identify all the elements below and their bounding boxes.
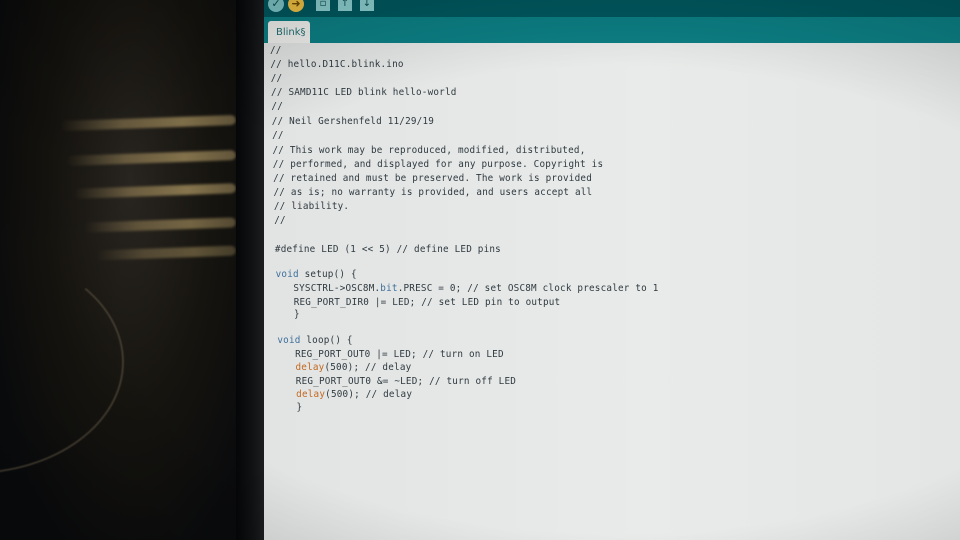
- code-line: REG_PORT_OUT0 |= LED; // turn on LED: [277, 349, 504, 360]
- code-line: // as is; no warranty is provided, and u…: [273, 187, 593, 198]
- window-blind-slat: [65, 150, 237, 166]
- code-line: //: [274, 215, 286, 226]
- code-line: //: [270, 73, 283, 84]
- code-line: // retained and must be preserved. The w…: [273, 173, 592, 184]
- code-line: }: [276, 309, 300, 320]
- save-arrow-down-icon[interactable]: ↓: [360, 0, 374, 11]
- arduino-ide-window: ✓ ➜ ▫ ↑ ↓ Blink§ // // hello.D11C.blink.i…: [264, 0, 960, 540]
- tab-bar: Blink§: [264, 17, 960, 43]
- code-line: // Neil Gershenfeld 11/29/19: [271, 116, 435, 127]
- code-line: // SAMD11C LED blink hello-world: [271, 87, 457, 98]
- open-arrow-up-icon[interactable]: ↑: [338, 0, 352, 11]
- window-blind-slat: [83, 217, 237, 233]
- code-line: }: [279, 402, 303, 413]
- code-line: delay(500); // delay: [295, 362, 412, 373]
- window-blind-slat: [59, 114, 237, 132]
- code-line: delay(500); // delay: [296, 389, 413, 400]
- code-line: void loop() {: [277, 335, 353, 346]
- code-line: //: [270, 45, 282, 56]
- window-blind-slat: [73, 183, 237, 199]
- arrow-right-icon[interactable]: ➜: [288, 0, 304, 12]
- code-line: // performed, and displayed for any purp…: [272, 159, 604, 170]
- code-line: // hello.D11C.blink.ino: [270, 59, 404, 70]
- check-icon[interactable]: ✓: [268, 0, 284, 12]
- tab-blink[interactable]: Blink§: [268, 21, 310, 43]
- code-line: //: [272, 130, 284, 141]
- code-line: #define LED (1 << 5) // define LED pins: [274, 244, 501, 255]
- code-line: //: [271, 101, 283, 112]
- code-line: SYSCTRL->OSC8M.bit.PRESC = 0; // set OSC…: [275, 283, 659, 294]
- code-editor[interactable]: // // hello.D11C.blink.ino // // SAMD11C LE…: [264, 43, 960, 540]
- code-line: REG_PORT_OUT0 &= ~LED; // turn off LED: [278, 376, 517, 387]
- dark-room-background: [0, 0, 262, 540]
- code-line: REG_PORT_DIR0 |= LED; // set LED pin to …: [276, 297, 561, 308]
- code-line: // liability.: [273, 201, 350, 212]
- monitor-bezel: [236, 0, 264, 540]
- code-line: // This work may be reproduced, modified…: [272, 145, 586, 156]
- window-blind-slat: [95, 245, 237, 261]
- cable-arc: [0, 250, 124, 474]
- code-line: void setup() {: [275, 269, 357, 280]
- toolbar: ✓ ➜ ▫ ↑ ↓: [264, 0, 960, 17]
- new-file-icon[interactable]: ▫: [316, 0, 330, 11]
